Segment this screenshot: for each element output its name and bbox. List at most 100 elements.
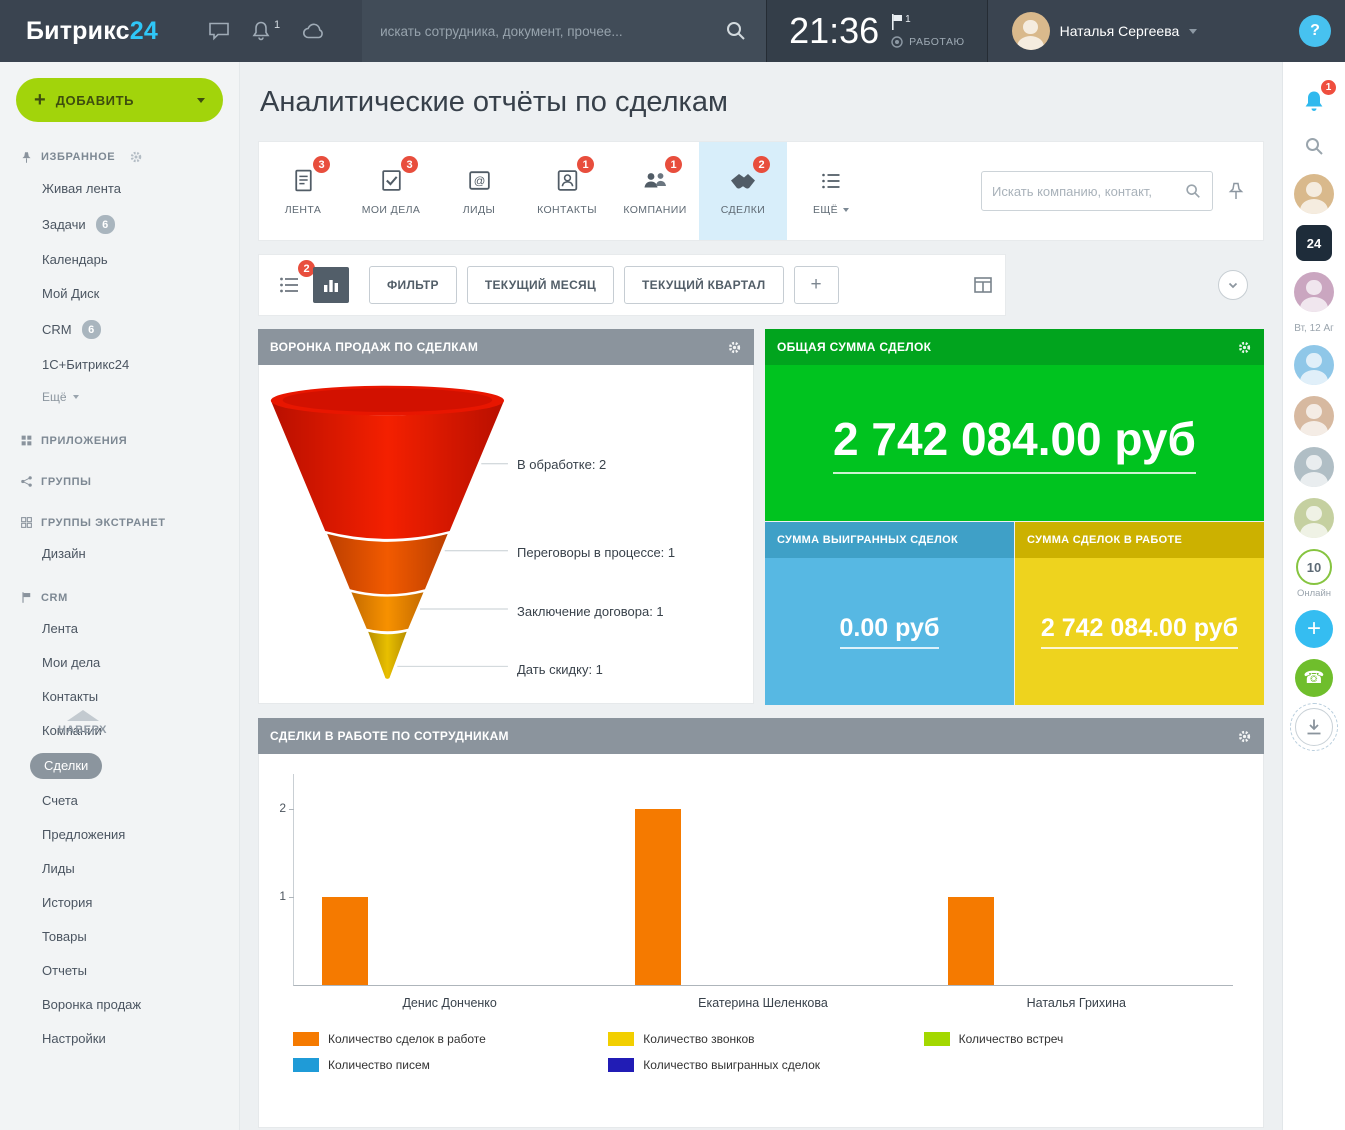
- avatar[interactable]: [1294, 447, 1334, 487]
- bell-count: 1: [274, 19, 280, 31]
- bar[interactable]: [635, 809, 681, 985]
- sidebar-item[interactable]: Счета: [0, 784, 239, 818]
- tab-feed[interactable]: ЛЕНТА3: [259, 142, 347, 240]
- download-button[interactable]: [1295, 708, 1333, 746]
- sidebar-section-header[interactable]: CRM: [0, 571, 239, 612]
- list-view-toggle[interactable]: 2: [271, 267, 307, 303]
- sidebar-item[interactable]: Воронка продаж: [0, 988, 239, 1022]
- flag-icon[interactable]: 1: [891, 14, 964, 30]
- sidebar-item[interactable]: 1С+Битрикс24: [0, 348, 239, 382]
- funnel-stage-label: В обработке: 2: [517, 457, 606, 472]
- cloud-icon[interactable]: [302, 22, 326, 40]
- sidebar-section-header[interactable]: ИЗБРАННОЕ: [0, 130, 239, 172]
- rail-add-button[interactable]: +: [1295, 610, 1333, 648]
- sidebar-item[interactable]: Настройки: [0, 1022, 239, 1056]
- phone-button[interactable]: ☎: [1295, 659, 1333, 697]
- working-sum-value[interactable]: 2 742 084.00 руб: [1041, 614, 1238, 649]
- sidebar-item[interactable]: Мои дела: [0, 646, 239, 680]
- sidebar-section-header[interactable]: ПРИЛОЖЕНИЯ: [0, 414, 239, 455]
- sidebar-section-header[interactable]: ГРУППЫ ЭКСТРАНЕТ: [0, 496, 239, 537]
- sidebar-item[interactable]: История: [0, 886, 239, 920]
- pin-icon[interactable]: [1227, 182, 1245, 200]
- gear-icon[interactable]: [727, 340, 742, 355]
- online-label: Онлайн: [1297, 588, 1331, 599]
- gear-icon[interactable]: [129, 150, 143, 164]
- sidebar-item[interactable]: Лиды: [0, 852, 239, 886]
- sidebar-item[interactable]: Календарь: [0, 243, 239, 277]
- filter-button[interactable]: ФИЛЬТР: [369, 266, 457, 304]
- bar[interactable]: [948, 897, 994, 985]
- tab-companies[interactable]: КОМПАНИИ1: [611, 142, 699, 240]
- sidebar-item[interactable]: Контакты: [0, 680, 239, 714]
- board-view-icon[interactable]: [973, 276, 993, 294]
- scroll-to-top[interactable]: НАВЕРХ: [58, 710, 107, 736]
- flag-icon: [20, 591, 33, 604]
- widget-title: СДЕЛКИ В РАБОТЕ ПО СОТРУДНИКАМ: [270, 729, 509, 743]
- app-logo[interactable]: Битрикс24: [26, 17, 158, 46]
- collapse-widgets-button[interactable]: [1218, 270, 1248, 300]
- sidebar-item[interactable]: CRM6: [0, 311, 239, 348]
- avatar[interactable]: [1294, 174, 1334, 214]
- rail-notifications-bell-icon[interactable]: 1: [1294, 84, 1334, 118]
- chevron-down-icon: [843, 208, 849, 212]
- avatar[interactable]: [1294, 498, 1334, 538]
- total-sum-value[interactable]: 2 742 084.00 руб: [833, 412, 1196, 474]
- tabs-list: ЛЕНТА3МОИ ДЕЛА3@ЛИДЫКОНТАКТЫ1КОМПАНИИ1СД…: [259, 142, 875, 240]
- top-header: Битрикс24 1 21:36 1 РАБОТАЮ Наталья Серг…: [0, 0, 1345, 62]
- legend-item: Количество сделок в работе: [293, 1032, 608, 1046]
- sidebar-item[interactable]: Отчеты: [0, 954, 239, 988]
- help-button[interactable]: ?: [1299, 15, 1331, 47]
- sidebar-item[interactable]: Предложения: [0, 818, 239, 852]
- work-status[interactable]: РАБОТАЮ: [891, 36, 964, 48]
- search-icon[interactable]: [724, 19, 748, 43]
- bar[interactable]: [322, 897, 368, 985]
- search-icon[interactable]: [1184, 182, 1202, 200]
- sidebar-section-header[interactable]: ГРУППЫ: [0, 455, 239, 496]
- avatar[interactable]: [1294, 396, 1334, 436]
- pin-icon: [20, 151, 33, 164]
- rail-search-icon[interactable]: [1294, 129, 1334, 163]
- tab-more[interactable]: ЕЩЁ: [787, 142, 875, 240]
- avatar[interactable]: [1294, 345, 1334, 385]
- gear-icon[interactable]: [1237, 340, 1252, 355]
- sidebar-item[interactable]: Мой Диск: [0, 277, 239, 311]
- notifications-bell-icon[interactable]: 1: [252, 21, 280, 41]
- sidebar-item[interactable]: Лента: [0, 612, 239, 646]
- user-menu[interactable]: Наталья Сергеева: [1012, 12, 1198, 50]
- category-label: Денис Донченко: [293, 996, 606, 1010]
- sidebar-item[interactable]: Живая лента: [0, 172, 239, 206]
- add-filter-button[interactable]: +: [794, 266, 839, 304]
- chat-icon[interactable]: [208, 21, 230, 41]
- sidebar-item[interactable]: Компании: [0, 714, 239, 748]
- crm-search-input[interactable]: [992, 184, 1176, 199]
- sidebar-item[interactable]: Товары: [0, 920, 239, 954]
- global-search: [362, 0, 766, 62]
- tab-leads[interactable]: @ЛИДЫ: [435, 142, 523, 240]
- arrow-up-icon: [67, 710, 99, 721]
- bar-plot: 12: [293, 774, 1233, 986]
- tab-my-activities[interactable]: МОИ ДЕЛА3: [347, 142, 435, 240]
- category-label: Наталья Грихина: [920, 996, 1233, 1010]
- tab-deals[interactable]: СДЕЛКИ2: [699, 142, 787, 240]
- tab-contacts[interactable]: КОНТАКТЫ1: [523, 142, 611, 240]
- avatar[interactable]: [1294, 272, 1334, 312]
- add-button[interactable]: + ДОБАВИТЬ: [16, 78, 223, 122]
- current-month-button[interactable]: ТЕКУЩИЙ МЕСЯЦ: [467, 266, 614, 304]
- chart-view-toggle[interactable]: [313, 267, 349, 303]
- tab-badge: 3: [313, 156, 330, 173]
- won-sum-value[interactable]: 0.00 руб: [840, 614, 940, 649]
- sidebar-item[interactable]: Задачи6: [0, 206, 239, 243]
- gear-icon[interactable]: [1237, 729, 1252, 744]
- page-title: Аналитические отчёты по сделкам: [260, 86, 1264, 119]
- global-search-input[interactable]: [380, 24, 714, 39]
- online-counter[interactable]: 10 Онлайн: [1296, 549, 1332, 599]
- sidebar-item[interactable]: Дизайн: [0, 537, 239, 571]
- current-quarter-button[interactable]: ТЕКУЩИЙ КВАРТАЛ: [624, 266, 783, 304]
- chart-legend: Количество сделок в работеКоличество зво…: [293, 1032, 1239, 1084]
- user-avatar[interactable]: [1012, 12, 1050, 50]
- sidebar-item[interactable]: Ещё: [0, 382, 239, 414]
- sidebar-item[interactable]: Сделки: [0, 748, 239, 784]
- legend-item: Количество встреч: [924, 1032, 1239, 1046]
- bitrix24-badge[interactable]: 24: [1296, 225, 1332, 261]
- legend-swatch: [293, 1032, 319, 1046]
